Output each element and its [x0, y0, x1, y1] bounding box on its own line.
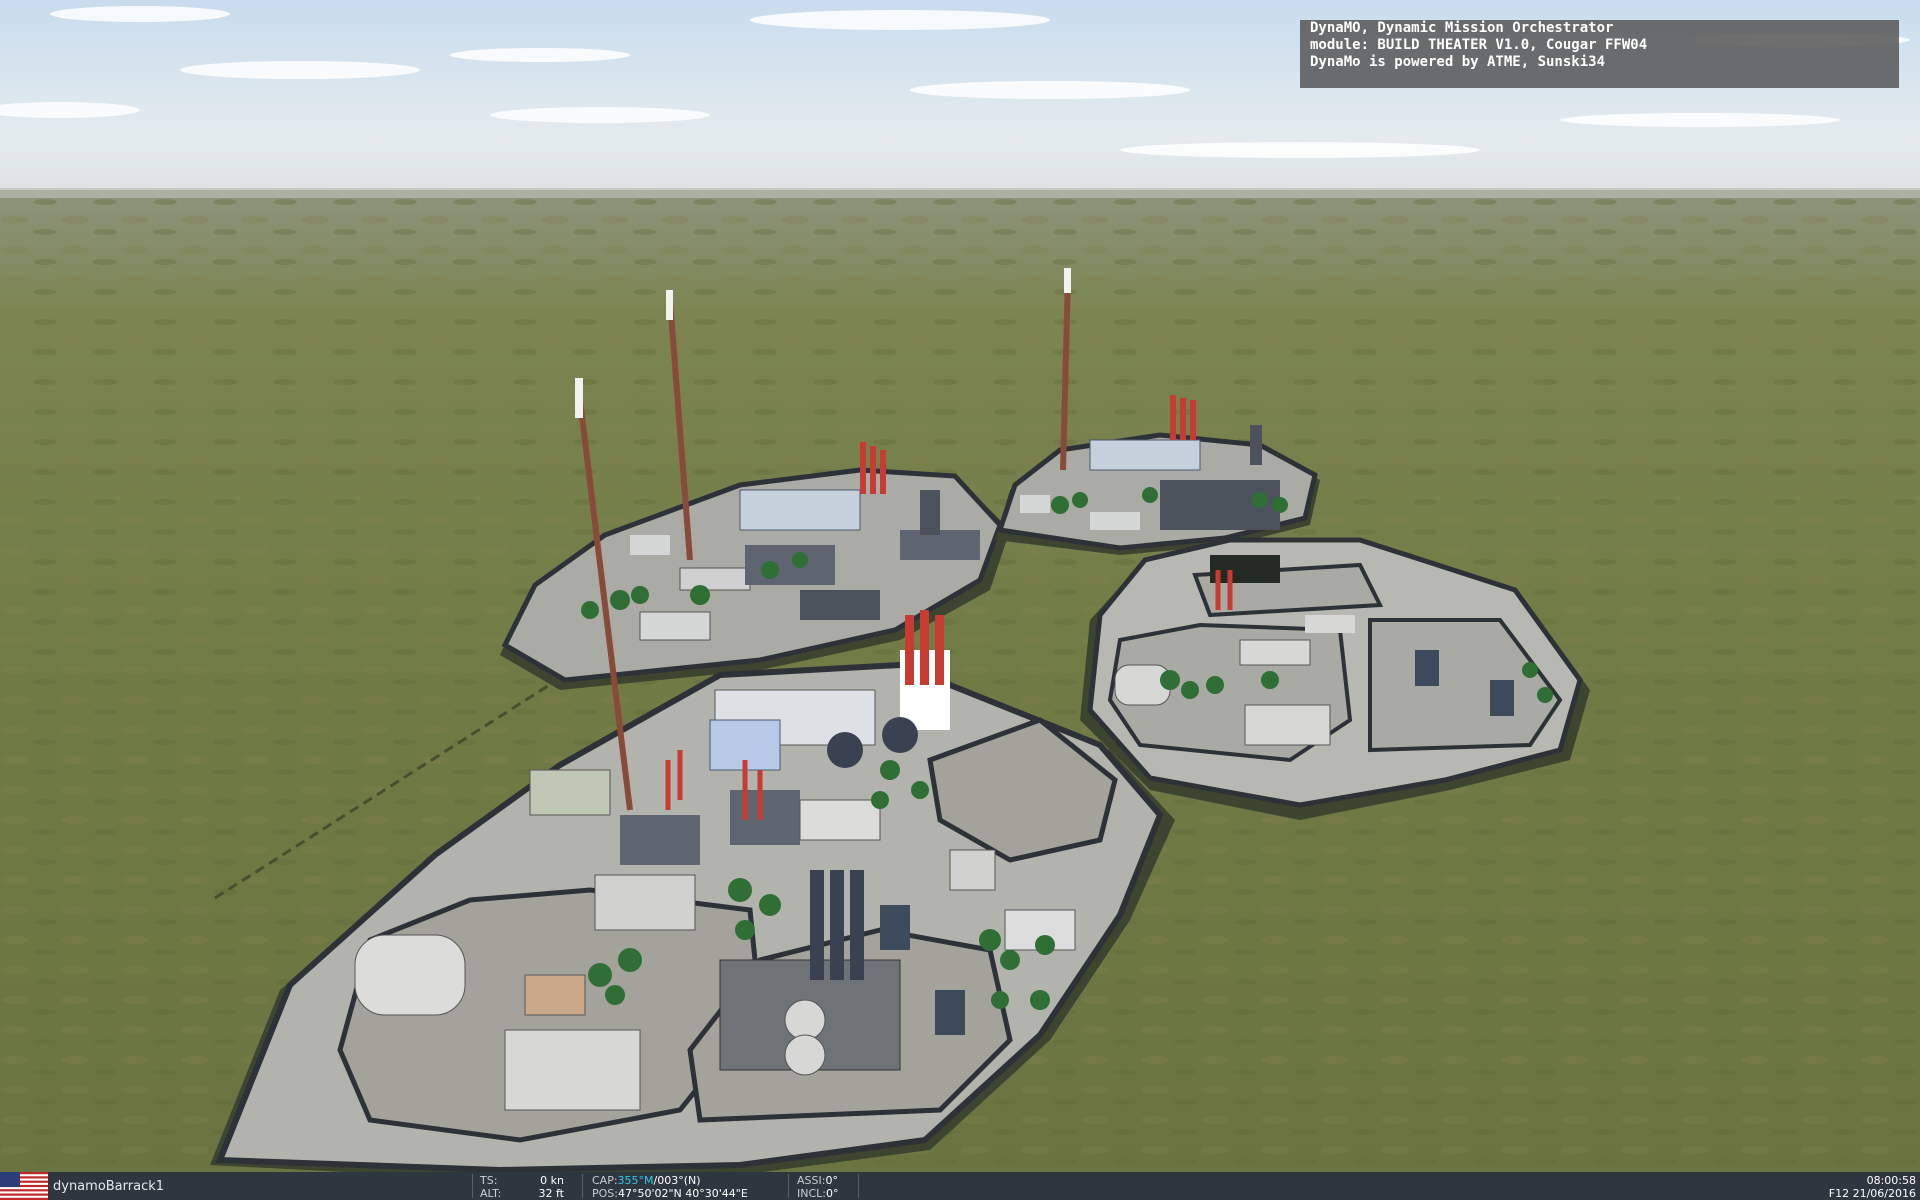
time-value: 08:00:58: [1866, 1174, 1916, 1187]
altitude-readout: ALT:: [480, 1187, 501, 1200]
pos-label: POS:: [592, 1187, 618, 1200]
usa-flag-icon: [0, 1172, 48, 1200]
alt-value: 32 ft: [538, 1187, 565, 1200]
separator: [788, 1174, 789, 1198]
pos-value: 47°50'02"N 40°30'44"E: [617, 1187, 748, 1200]
heading-readout: CAP:355°M/003°(N): [592, 1174, 701, 1187]
alt-label: ALT:: [480, 1187, 502, 1200]
position-readout: POS:47°50'02"N 40°30'44"E: [592, 1187, 748, 1200]
mission-date: F12 21/06/2016: [1829, 1187, 1916, 1200]
incl-value: 0°: [826, 1187, 839, 1200]
assi-label: ASSI:: [797, 1174, 826, 1187]
assi-value: 0°: [825, 1174, 838, 1187]
ts-value: 0 kn: [540, 1174, 564, 1187]
message-line-2: module: BUILD THEATER V1.0, Cougar FFW04: [1310, 37, 1648, 53]
inclination-readout: INCL:0°: [797, 1187, 839, 1200]
separator: [472, 1174, 473, 1198]
cap-magnetic-value: 355°M: [617, 1174, 654, 1187]
alt-value-wrap: 32 ft: [538, 1187, 565, 1200]
cap-true-value: /003°(N): [653, 1174, 701, 1187]
unit-name: dynamoBarrack1: [53, 1179, 165, 1194]
message-line-3: DynaMo is powered by ATME, Sunski34: [1310, 54, 1606, 70]
separator: [582, 1174, 583, 1198]
incl-label: INCL:: [797, 1187, 826, 1200]
attitude-readout: ASSI:0°: [797, 1174, 838, 1187]
separator: [858, 1174, 859, 1198]
mission-time: 08:00:58: [1867, 1174, 1916, 1187]
cap-label: CAP:: [592, 1174, 618, 1187]
ts-value-wrap: 0 kn: [540, 1174, 564, 1187]
ground-speed-readout: TS:: [480, 1174, 497, 1187]
date-value: F12 21/06/2016: [1828, 1187, 1916, 1200]
message-line-1: DynaMO, Dynamic Mission Orchestrator: [1310, 20, 1614, 36]
mission-message-box: DynaMO, Dynamic Mission Orchestrator mod…: [1300, 20, 1899, 88]
3d-scene-viewport[interactable]: [0, 0, 1920, 1200]
unit-status-bar: dynamoBarrack1 TS: 0 kn ALT: 32 ft CAP:3…: [0, 1172, 1920, 1200]
ts-label: TS:: [480, 1174, 498, 1187]
